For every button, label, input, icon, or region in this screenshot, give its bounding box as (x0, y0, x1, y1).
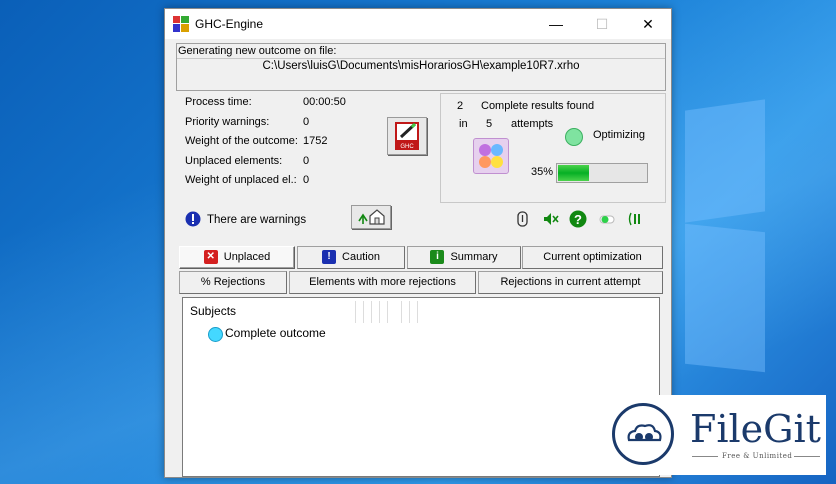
ghc-icon-text: GHC (400, 144, 414, 150)
ghost-divider (363, 301, 364, 323)
stat-value-priority-warnings: 0 (303, 116, 310, 128)
faces-icon (473, 138, 509, 174)
warning-icon (185, 211, 201, 227)
stat-label-priority-warnings: Priority warnings: (185, 116, 270, 128)
tab-rejections-current-attempt[interactable]: Rejections in current attempt (478, 271, 663, 294)
stat-label-unplaced-elements: Unplaced elements: (185, 155, 283, 167)
divider (692, 456, 718, 457)
filegit-watermark: FileGit Free & Unlimited (604, 395, 826, 475)
wallpaper-window-pane-bottom (685, 223, 765, 373)
tab-summary-label: Summary (450, 251, 498, 263)
file-info-box: Generating new outcome on file: C:\Users… (176, 43, 666, 91)
attempts-label: attempts (511, 118, 554, 130)
subjects-panel[interactable]: Subjects Complete outcome (182, 297, 660, 477)
svg-text:?: ? (574, 212, 582, 227)
tab-summary[interactable]: i Summary (407, 246, 521, 269)
ghost-divider (379, 301, 380, 323)
home-arrow-icon (358, 209, 385, 225)
info-icon: i (430, 250, 445, 265)
tab-unplaced[interactable]: ✕ Unplaced (179, 246, 295, 269)
app-icon (173, 16, 189, 32)
file-path: C:\Users\luisG\Documents\misHorariosGH\e… (262, 60, 580, 72)
ghc-pencil-icon: GHC (395, 122, 419, 150)
tab-elements-more-rejections[interactable]: Elements with more rejections (289, 271, 476, 294)
progress-fill (558, 165, 589, 181)
tab-caution[interactable]: ! Caution (297, 246, 405, 269)
title-bar: GHC-Engine — ☐ ✕ (165, 9, 671, 39)
complete-count: 2 (457, 100, 464, 112)
tab-caution-label: Caution (342, 251, 380, 263)
attempts-count: 5 (486, 118, 493, 130)
results-box: 2 Complete results found in 5 attempts O… (440, 93, 666, 203)
toggle-icon[interactable] (598, 210, 616, 228)
filegit-name: FileGit (690, 407, 821, 451)
divider (794, 456, 820, 457)
stat-label-weight-unplaced: Weight of unplaced el.: (185, 174, 297, 186)
stat-value-unplaced-elements: 0 (303, 155, 310, 167)
ghost-divider (355, 301, 356, 323)
tab-elements-more-rejections-label: Elements with more rejections (309, 276, 456, 288)
ghost-divider (417, 301, 418, 323)
window-title: GHC-Engine (195, 17, 264, 31)
ghost-divider (387, 301, 388, 323)
progress-percent: 35% (531, 166, 554, 178)
stat-label-weight-outcome: Weight of the outcome: (185, 135, 298, 147)
file-separator (177, 58, 665, 59)
optimizing-face-icon (565, 128, 583, 146)
stat-value-weight-outcome: 1752 (303, 135, 328, 147)
home-export-button[interactable] (351, 205, 391, 229)
mute-icon[interactable] (542, 210, 560, 228)
tab-rejections-percent-label: % Rejections (200, 276, 266, 288)
clip-icon[interactable] (514, 210, 532, 228)
ghost-divider (401, 301, 402, 323)
minimize-button[interactable]: — (533, 9, 579, 39)
wallpaper-window-pane-top (685, 99, 765, 223)
maximize-button: ☐ (595, 16, 609, 32)
tab-unplaced-label: Unplaced (223, 251, 271, 263)
complete-label: Complete results found (481, 100, 595, 112)
exclamation-icon: ! (322, 250, 337, 265)
help-icon[interactable]: ? (569, 210, 587, 228)
subjects-header: Subjects (190, 304, 237, 318)
stat-value-process-time: 00:00:50 (303, 96, 346, 108)
tab-current-optimization-label: Current optimization (543, 251, 642, 263)
tab-rejections-current-attempt-label: Rejections in current attempt (500, 276, 641, 288)
ghc-engine-window: GHC-Engine — ☐ ✕ Generating new outcome … (164, 8, 672, 478)
x-icon: ✕ (203, 250, 218, 265)
ghost-divider (371, 301, 372, 323)
stat-label-process-time: Process time: (185, 96, 252, 108)
stat-value-weight-unplaced: 0 (303, 174, 310, 186)
close-button[interactable]: ✕ (625, 9, 671, 39)
tab-rejections-percent[interactable]: % Rejections (179, 271, 287, 294)
complete-outcome-item[interactable]: Complete outcome (225, 326, 326, 340)
smiley-icon (208, 327, 223, 342)
tab-current-optimization[interactable]: Current optimization (522, 246, 663, 269)
ghc-edit-button[interactable]: GHC (387, 117, 427, 155)
progress-bar (556, 163, 648, 183)
filegit-logo-icon (612, 403, 674, 465)
ghost-divider (409, 301, 410, 323)
file-label: Generating new outcome on file: (178, 45, 337, 57)
pause-icon[interactable] (627, 210, 645, 228)
warnings-text: There are warnings (207, 214, 307, 226)
in-label: in (459, 118, 468, 130)
status-text: Optimizing (593, 129, 645, 141)
filegit-tagline: Free & Unlimited (722, 452, 793, 460)
